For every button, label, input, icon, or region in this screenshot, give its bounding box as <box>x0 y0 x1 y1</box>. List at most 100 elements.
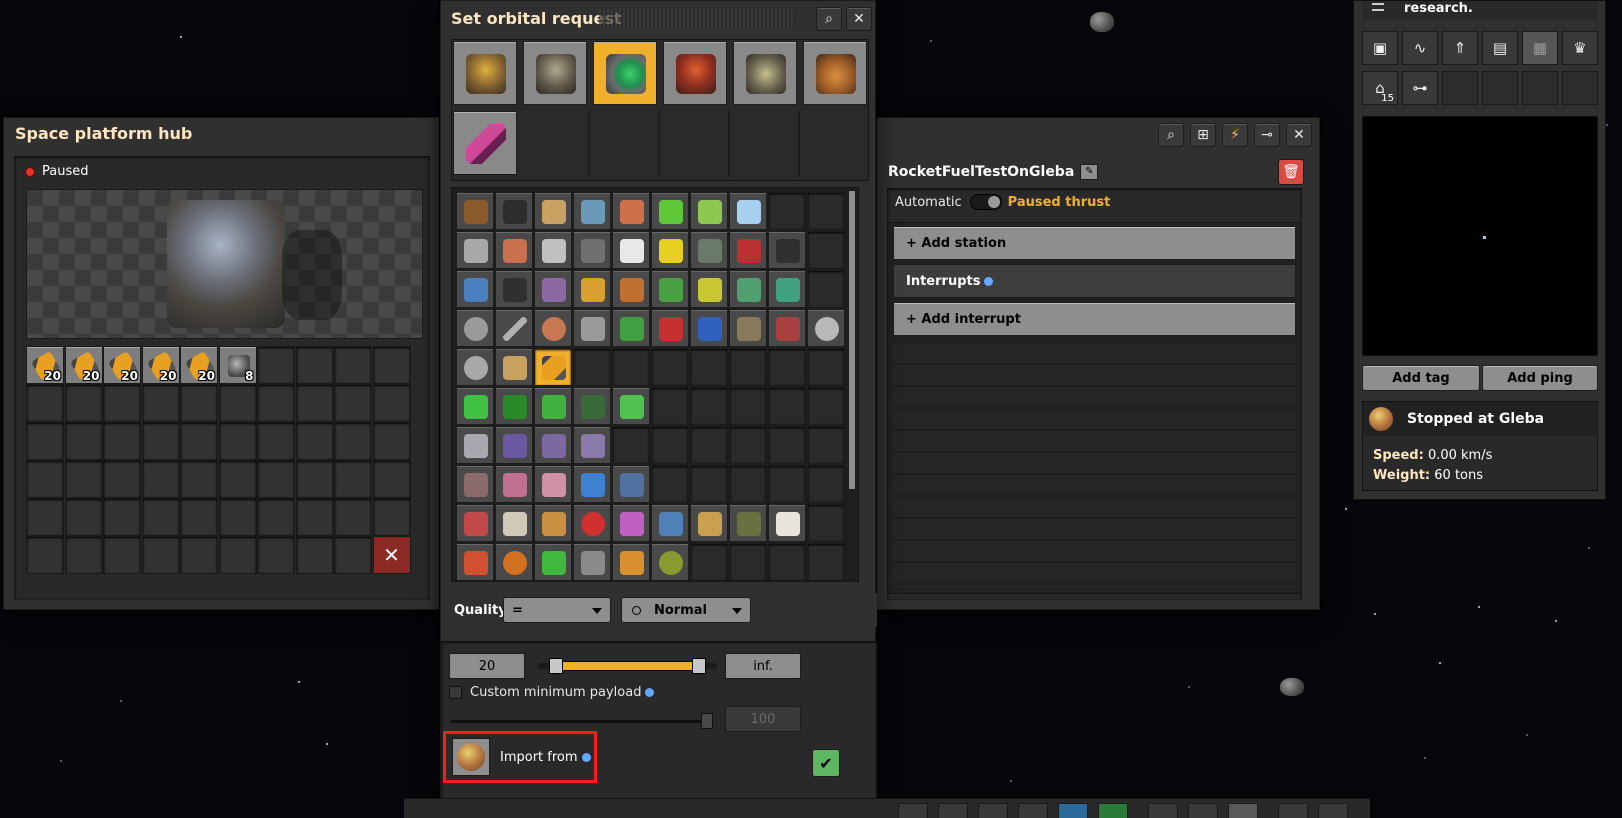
inventory-slot[interactable] <box>103 536 141 574</box>
map-toggle-button[interactable]: ▣ <box>1362 31 1398 65</box>
shortcut-button[interactable] <box>978 803 1008 818</box>
item-slot[interactable] <box>612 387 650 425</box>
item-slot[interactable] <box>690 387 728 425</box>
shortcut-button[interactable] <box>1188 803 1218 818</box>
inventory-slot[interactable] <box>26 536 64 574</box>
inventory-slot[interactable] <box>257 346 295 384</box>
inventory-slot[interactable] <box>334 460 372 498</box>
item-slot[interactable] <box>729 426 767 464</box>
quality-level-dropdown[interactable]: Normal <box>621 597 751 623</box>
item-slot[interactable] <box>651 465 689 503</box>
item-slot[interactable] <box>807 387 845 425</box>
inventory-slot[interactable] <box>295 536 334 574</box>
item-slot[interactable] <box>768 192 806 230</box>
item-slot[interactable] <box>807 270 845 308</box>
item-slot[interactable] <box>456 231 494 269</box>
item-slot[interactable] <box>768 387 806 425</box>
shortcut-button[interactable] <box>1098 803 1128 818</box>
inventory-slot[interactable]: 20 <box>180 346 218 384</box>
shortcut-button[interactable] <box>1018 803 1048 818</box>
item-slot[interactable] <box>573 426 611 464</box>
inventory-slot[interactable] <box>218 498 257 536</box>
item-slot[interactable] <box>690 348 728 386</box>
item-slot[interactable] <box>612 231 650 269</box>
inventory-slot[interactable] <box>295 422 334 460</box>
quality-comparator-dropdown[interactable]: = <box>503 597 611 623</box>
tab-intermediate-products[interactable] <box>593 41 657 105</box>
item-slot[interactable] <box>612 348 650 386</box>
inventory-slot[interactable] <box>257 422 295 460</box>
inventory-slot[interactable] <box>141 460 180 498</box>
inventory-slot[interactable] <box>218 422 257 460</box>
inventory-slot[interactable] <box>180 536 218 574</box>
logistics-button[interactable]: ⇑ <box>1442 31 1478 65</box>
inventory-slot[interactable] <box>26 498 64 536</box>
item-slot[interactable] <box>534 387 572 425</box>
minimap[interactable] <box>1362 116 1598 356</box>
inventory-slot[interactable] <box>141 384 180 422</box>
item-slot[interactable] <box>807 543 845 581</box>
item-slot[interactable] <box>690 270 728 308</box>
item-slot[interactable] <box>651 387 689 425</box>
inventory-slot[interactable]: 20 <box>26 346 64 384</box>
item-slot[interactable] <box>807 231 845 269</box>
item-slot[interactable] <box>612 504 650 542</box>
item-slot[interactable] <box>456 465 494 503</box>
item-slot[interactable] <box>573 231 611 269</box>
item-slot[interactable] <box>807 348 845 386</box>
stats-button[interactable]: ∿ <box>1402 31 1438 65</box>
inventory-slot[interactable] <box>26 384 64 422</box>
inventory-slot[interactable] <box>103 460 141 498</box>
inventory-slot[interactable] <box>141 498 180 536</box>
delete-button[interactable]: 🗑 <box>1278 159 1304 185</box>
item-slot[interactable] <box>495 309 533 347</box>
item-slot[interactable] <box>807 192 845 230</box>
inventory-slot[interactable] <box>218 384 257 422</box>
inventory-slot[interactable] <box>295 460 334 498</box>
inventory-slot[interactable] <box>180 460 218 498</box>
item-slot[interactable] <box>690 465 728 503</box>
inventory-slot[interactable] <box>141 422 180 460</box>
inventory-slot[interactable] <box>64 460 103 498</box>
inventory-slot[interactable] <box>257 460 295 498</box>
shortcut-button[interactable] <box>1058 803 1088 818</box>
network-button[interactable]: ⊶ <box>1402 71 1438 105</box>
item-slot[interactable] <box>534 270 572 308</box>
item-slot[interactable] <box>651 426 689 464</box>
item-slot[interactable] <box>729 309 767 347</box>
inventory-slot[interactable] <box>334 422 372 460</box>
inventory-slot[interactable]: 8 <box>218 346 257 384</box>
inventory-slot[interactable] <box>141 536 180 574</box>
shortcut-button[interactable] <box>898 803 928 818</box>
shortcut-button[interactable] <box>1148 803 1178 818</box>
shortcut-button[interactable] <box>1228 803 1258 818</box>
shortcut-button[interactable] <box>938 803 968 818</box>
amount-input[interactable]: 20 <box>449 653 525 679</box>
item-slot[interactable] <box>651 309 689 347</box>
item-slot[interactable] <box>651 543 689 581</box>
item-slot[interactable] <box>456 309 494 347</box>
inventory-slot[interactable] <box>103 384 141 422</box>
item-slot[interactable] <box>573 387 611 425</box>
inventory-slot[interactable] <box>257 384 295 422</box>
item-slot[interactable] <box>612 465 650 503</box>
item-slot[interactable] <box>612 426 650 464</box>
item-slot[interactable] <box>651 192 689 230</box>
payload-slider[interactable] <box>451 713 713 729</box>
item-slot[interactable] <box>768 309 806 347</box>
research-button[interactable]: ⌂ 15 <box>1362 71 1398 105</box>
inventory-slot[interactable] <box>334 498 372 536</box>
inventory-slot[interactable] <box>103 422 141 460</box>
inventory-slot[interactable] <box>372 460 411 498</box>
inventory-slot[interactable] <box>334 384 372 422</box>
inventory-slot[interactable] <box>218 460 257 498</box>
item-slot[interactable] <box>612 543 650 581</box>
automatic-toggle[interactable] <box>969 194 1002 210</box>
inventory-slot[interactable] <box>64 498 103 536</box>
slider-handle-right[interactable] <box>691 658 706 674</box>
inventory-slot[interactable] <box>257 536 295 574</box>
inventory-slot[interactable] <box>372 346 411 384</box>
item-slot[interactable] <box>690 504 728 542</box>
item-slot[interactable] <box>807 504 845 542</box>
item-slot[interactable] <box>495 387 533 425</box>
